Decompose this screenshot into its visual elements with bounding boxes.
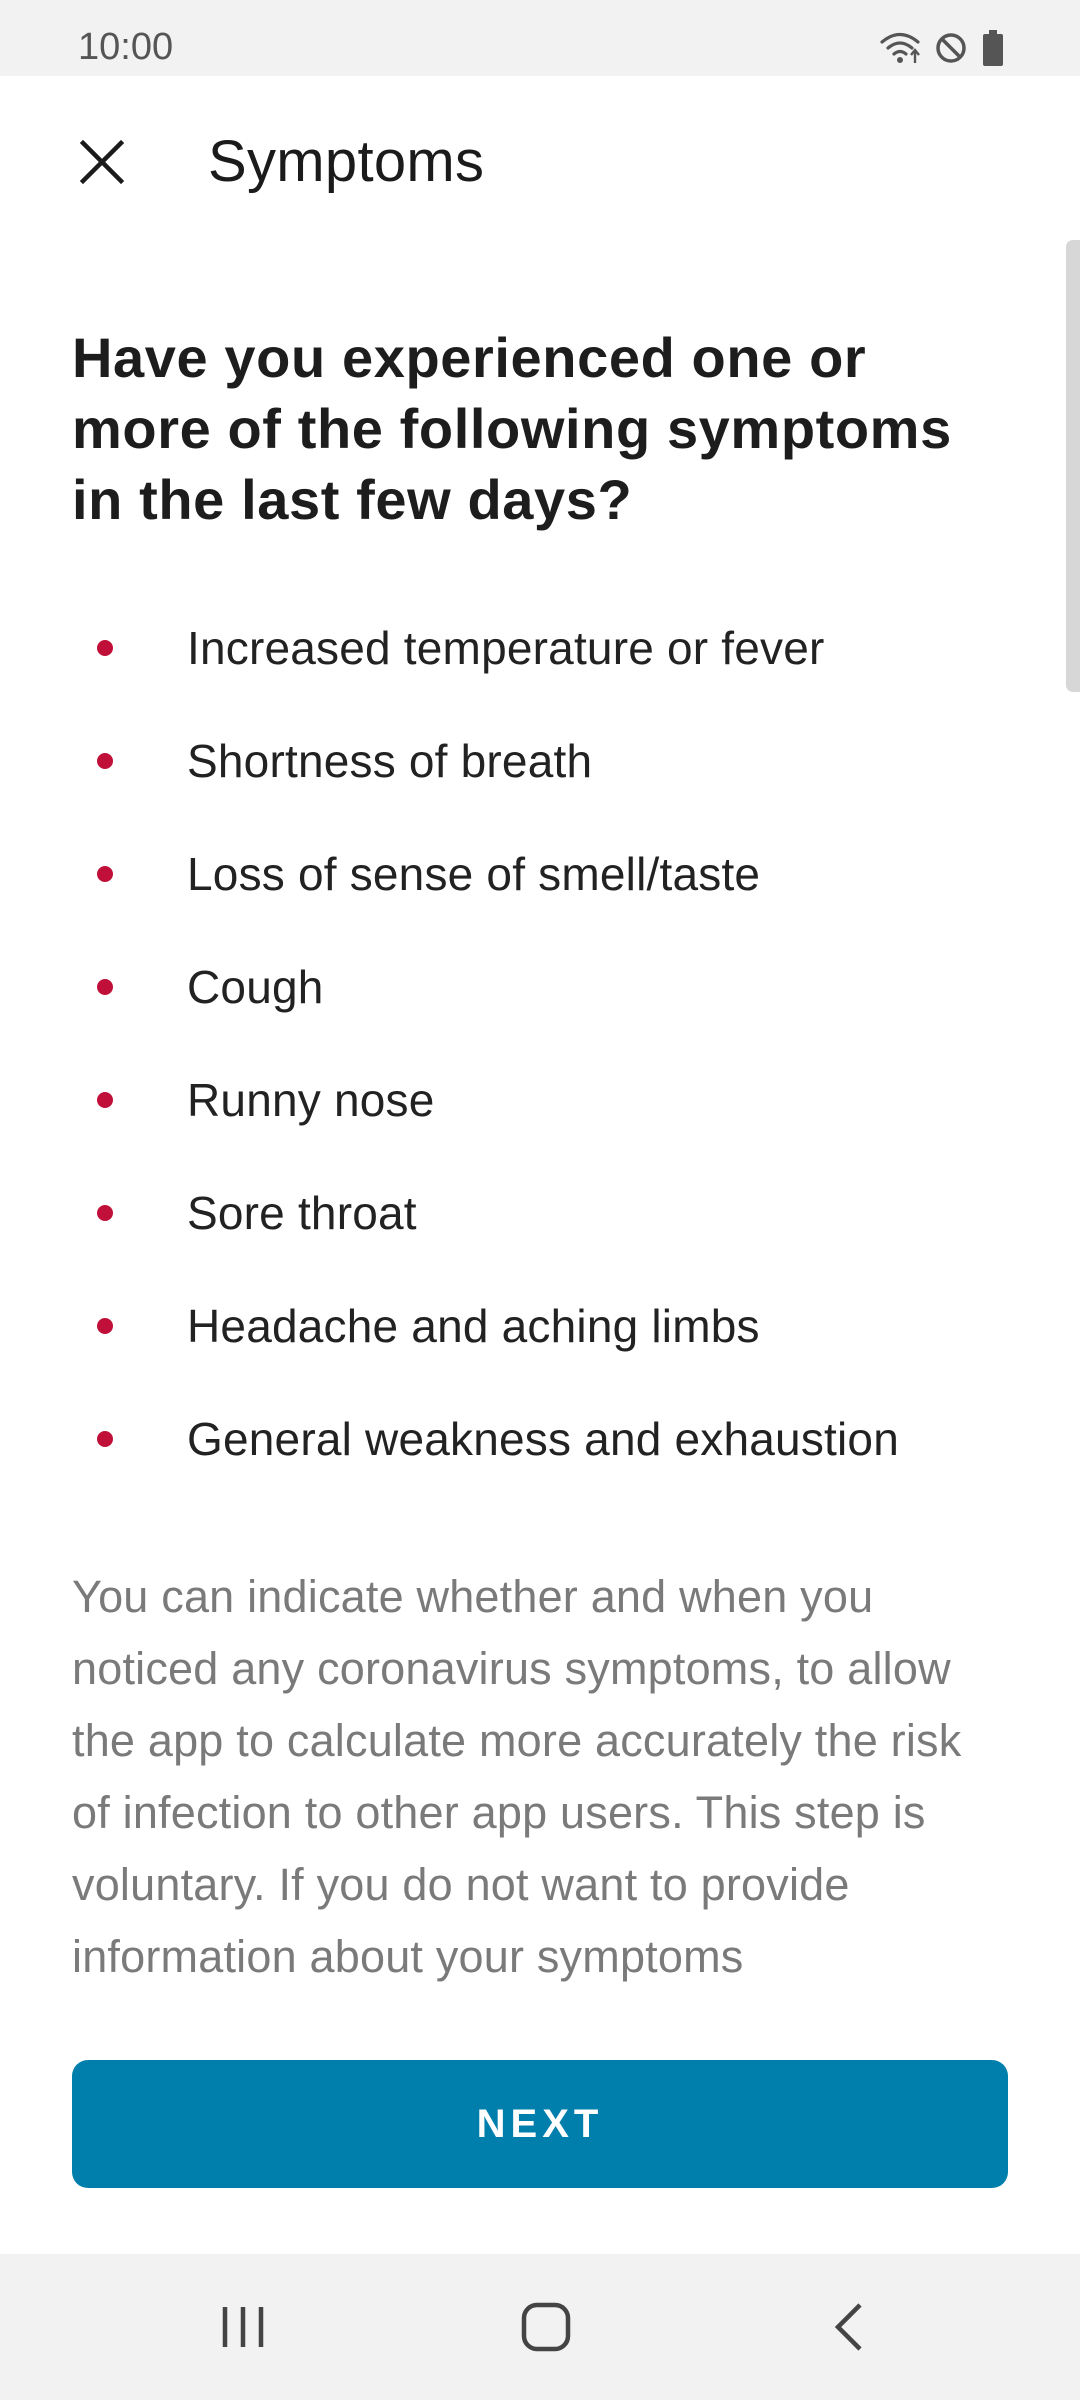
home-icon [520, 2301, 572, 2358]
scrollbar[interactable] [1066, 240, 1080, 692]
symptom-label: Runny nose [187, 1073, 435, 1126]
status-time: 10:00 [78, 26, 174, 68]
list-item: Loss of sense of smell/taste [72, 817, 1008, 930]
wifi-icon [880, 31, 920, 65]
status-bar: 10:00 [0, 0, 1080, 76]
list-item: Headache and aching limbs [72, 1269, 1008, 1382]
symptoms-screen: 10:00 Symptoms Have you experienced one … [0, 0, 1080, 2400]
bullet-dot [97, 1430, 113, 1447]
bullet-dot [97, 1317, 113, 1334]
bullet-dot [97, 752, 113, 769]
battery-icon [982, 30, 1004, 66]
list-item: Sore throat [72, 1156, 1008, 1269]
bullet-dot [97, 1204, 113, 1221]
symptom-label: Shortness of breath [187, 734, 593, 787]
close-button[interactable] [58, 120, 146, 208]
symptom-label: Headache and aching limbs [187, 1299, 760, 1352]
back-icon [830, 2301, 866, 2358]
list-item: Runny nose [72, 1043, 1008, 1156]
page-title: Symptoms [208, 129, 485, 194]
system-navigation-bar [0, 2254, 1080, 2400]
list-item: Cough [72, 930, 1008, 1043]
symptom-list: Increased temperature or fever Shortness… [72, 591, 1008, 1495]
bullet-dot [97, 639, 113, 656]
symptom-label: Cough [187, 960, 324, 1013]
symptom-label: Increased temperature or fever [187, 621, 825, 674]
list-item: General weakness and exhaustion [72, 1382, 1008, 1495]
home-button[interactable] [501, 2284, 591, 2374]
bullet-dot [97, 978, 113, 995]
back-button[interactable] [803, 2284, 893, 2374]
close-icon [78, 138, 126, 191]
content-scroll-area[interactable]: Have you experienced one or more of the … [72, 252, 1008, 1997]
recents-icon [218, 2304, 268, 2355]
question-heading: Have you experienced one or more of the … [72, 326, 952, 531]
status-icons [880, 28, 1004, 68]
next-button[interactable]: NEXT [72, 2060, 1008, 2188]
list-item: Shortness of breath [72, 704, 1008, 817]
bullet-dot [97, 1091, 113, 1108]
do-not-disturb-icon [934, 31, 968, 65]
list-item: Increased temperature or fever [72, 591, 1008, 704]
symptom-label: General weakness and exhaustion [187, 1412, 899, 1465]
bullet-dot [97, 865, 113, 882]
symptom-label: Loss of sense of smell/taste [187, 847, 761, 900]
info-paragraph: You can indicate whether and when you no… [72, 1571, 962, 1982]
recents-button[interactable] [198, 2284, 288, 2374]
app-header: Symptoms [0, 76, 1080, 252]
symptom-label: Sore throat [187, 1186, 417, 1239]
